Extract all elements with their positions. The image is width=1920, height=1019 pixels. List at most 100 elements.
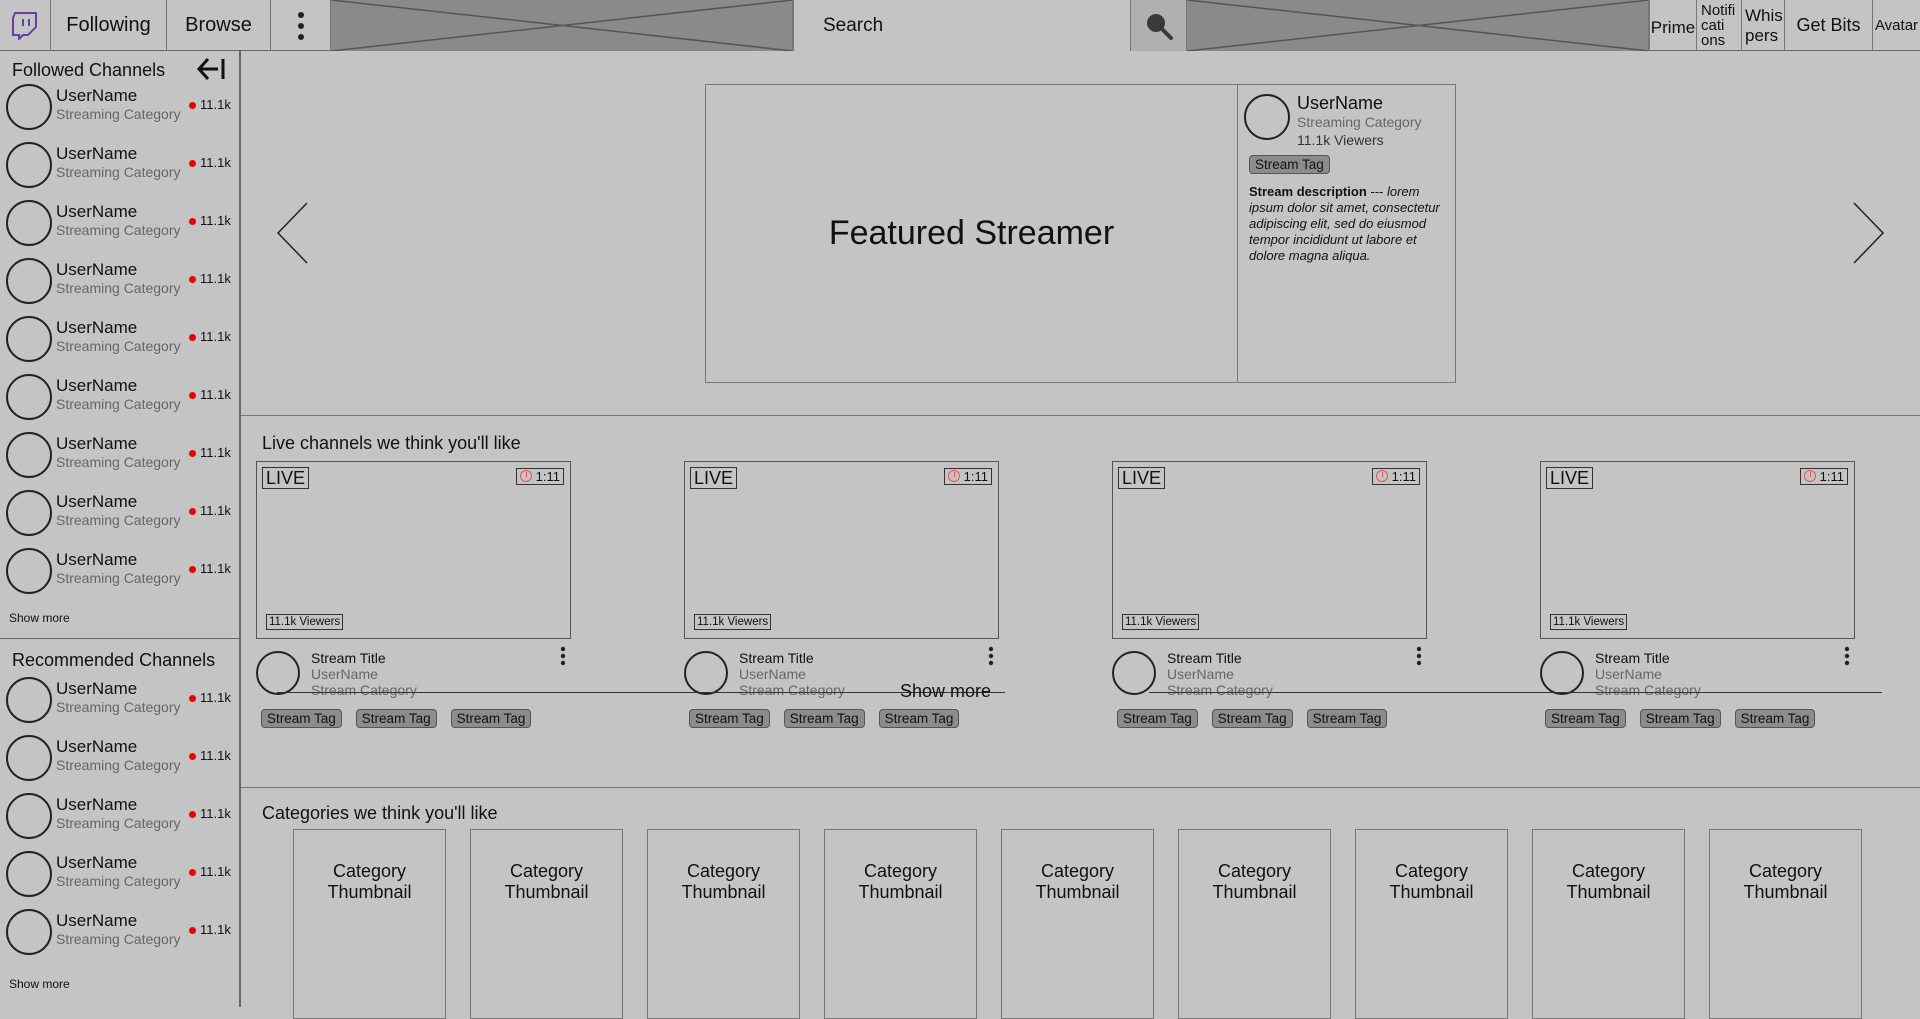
stream-tag[interactable]: Stream Tag xyxy=(878,709,960,728)
get-bits-button[interactable]: Get Bits xyxy=(1785,0,1873,51)
sidebar-channel-item[interactable]: UserName Streaming Category 11.1k xyxy=(0,370,239,428)
carousel-next-button[interactable] xyxy=(1851,201,1885,270)
placeholder-hatch-left xyxy=(331,0,793,51)
whispers-button[interactable]: Whis pers xyxy=(1742,0,1785,51)
card-options-button[interactable] xyxy=(559,645,567,669)
sidebar-channel-item[interactable]: UserName Streaming Category 11.1k xyxy=(0,196,239,254)
channel-category: Streaming Category xyxy=(56,815,181,831)
channel-username: UserName xyxy=(56,853,138,872)
sidebar-channel-item[interactable]: UserName Streaming Category 11.1k xyxy=(0,673,239,731)
sidebar-channel-item[interactable]: UserName Streaming Category 11.1k xyxy=(0,905,239,963)
collapse-sidebar-button[interactable] xyxy=(196,55,228,83)
category-label-line2: Thumbnail xyxy=(504,882,589,902)
stream-thumbnail[interactable]: LIVE 1:11 11.1k Viewers xyxy=(1112,461,1427,639)
stream-tag[interactable]: Stream Tag xyxy=(689,709,770,728)
categories-section: Categories we think you'll like Category… xyxy=(241,788,1920,1019)
stream-tags: Stream Tag Stream Tag Stream Tag xyxy=(1117,709,1388,728)
search-icon xyxy=(1146,13,1173,40)
browse-nav-button[interactable]: Browse xyxy=(167,0,271,51)
categories-heading: Categories we think you'll like xyxy=(262,803,498,823)
live-indicator-dot xyxy=(189,695,196,702)
following-nav-button[interactable]: Following xyxy=(51,0,167,51)
card-options-button[interactable] xyxy=(1843,645,1851,669)
category-thumbnail[interactable]: Category Thumbnail xyxy=(1178,829,1331,1019)
channel-category: Streaming Category xyxy=(56,106,181,122)
category-label-line1: Category xyxy=(1394,861,1469,881)
featured-stream-video[interactable]: Featured Streamer xyxy=(705,84,1238,383)
category-label-line2: Thumbnail xyxy=(1212,882,1297,902)
category-label-line1: Category xyxy=(332,861,407,881)
uptime-text: 1:11 xyxy=(535,469,560,484)
user-avatar-button[interactable]: Avatar xyxy=(1873,0,1920,51)
stream-title[interactable]: Stream Title xyxy=(1595,650,1670,666)
live-badge: LIVE xyxy=(262,467,310,489)
prime-label: Prime xyxy=(1650,17,1696,37)
sidebar-channel-item[interactable]: UserName Streaming Category 11.1k xyxy=(0,847,239,905)
search-button[interactable] xyxy=(1131,0,1187,51)
stream-tag[interactable]: Stream Tag xyxy=(355,709,437,728)
carousel-prev-button[interactable] xyxy=(276,201,310,270)
sidebar-channel-item[interactable]: UserName Streaming Category 11.1k xyxy=(0,138,239,196)
notifications-label: Notifi cati ons xyxy=(1701,2,1736,49)
channel-avatar xyxy=(6,548,52,594)
stream-title[interactable]: Stream Title xyxy=(311,650,386,666)
category-thumbnail[interactable]: Category Thumbnail xyxy=(293,829,446,1019)
category-thumbnail[interactable]: Category Thumbnail xyxy=(1709,829,1862,1019)
live-show-more-button[interactable]: Show more xyxy=(900,681,991,702)
channel-username: UserName xyxy=(56,434,138,453)
sidebar-channel-item[interactable]: UserName Streaming Category 11.1k xyxy=(0,544,239,602)
live-indicator-dot xyxy=(189,160,196,167)
top-navigation-bar: Following Browse Search Prime Notifi cat… xyxy=(0,0,1920,51)
stream-thumbnail[interactable]: LIVE 1:11 11.1k Viewers xyxy=(1540,461,1855,639)
search-input[interactable]: Search xyxy=(793,0,1131,51)
stream-tag[interactable]: Stream Tag xyxy=(1639,709,1721,728)
category-thumbnail[interactable]: Category Thumbnail xyxy=(647,829,800,1019)
stream-tag[interactable]: Stream Tag xyxy=(1545,709,1626,728)
sidebar-channel-item[interactable]: UserName Streaming Category 11.1k xyxy=(0,312,239,370)
stream-tag[interactable]: Stream Tag xyxy=(450,709,532,728)
collapse-arrow-icon xyxy=(196,57,225,81)
description-label: Stream description xyxy=(1249,184,1367,199)
featured-avatar[interactable] xyxy=(1244,94,1290,140)
stream-thumbnail[interactable]: LIVE 1:11 11.1k Viewers xyxy=(684,461,999,639)
category-thumbnail[interactable]: Category Thumbnail xyxy=(1355,829,1508,1019)
stream-tag[interactable]: Stream Tag xyxy=(1306,709,1388,728)
stream-title[interactable]: Stream Title xyxy=(739,650,814,666)
sidebar-channel-item[interactable]: UserName Streaming Category 11.1k xyxy=(0,486,239,544)
notifications-button[interactable]: Notifi cati ons xyxy=(1697,0,1742,51)
category-thumbnail[interactable]: Category Thumbnail xyxy=(824,829,977,1019)
card-options-button[interactable] xyxy=(1415,645,1423,669)
sidebar-channel-item[interactable]: UserName Streaming Category 11.1k xyxy=(0,789,239,847)
stream-thumbnail[interactable]: LIVE 1:11 11.1k Viewers xyxy=(256,461,571,639)
category-label-line1: Category xyxy=(1217,861,1292,881)
sidebar-channel-item[interactable]: UserName Streaming Category 11.1k xyxy=(0,80,239,138)
stream-tag[interactable]: Stream Tag xyxy=(1117,709,1198,728)
uptime-text: 1:11 xyxy=(1819,469,1844,484)
channel-avatar xyxy=(6,200,52,246)
stream-tag[interactable]: Stream Tag xyxy=(783,709,865,728)
recommended-show-more-link[interactable]: Show more xyxy=(9,977,70,991)
live-indicator-dot xyxy=(189,753,196,760)
stream-uptime: 1:11 xyxy=(1799,468,1848,485)
category-label-line2: Thumbnail xyxy=(858,882,943,902)
featured-username[interactable]: UserName xyxy=(1297,93,1383,114)
sidebar-channel-item[interactable]: UserName Streaming Category 11.1k xyxy=(0,428,239,486)
stream-tag[interactable]: Stream Tag xyxy=(261,709,342,728)
category-thumbnail[interactable]: Category Thumbnail xyxy=(470,829,623,1019)
sidebar-channel-item[interactable]: UserName Streaming Category 11.1k xyxy=(0,731,239,789)
twitch-logo-button[interactable] xyxy=(0,0,51,51)
category-thumbnail[interactable]: Category Thumbnail xyxy=(1001,829,1154,1019)
followed-channels-heading: Followed Channels xyxy=(12,60,166,80)
stream-title[interactable]: Stream Title xyxy=(1167,650,1242,666)
prime-button[interactable]: Prime xyxy=(1649,0,1697,51)
thumbnail-viewer-count: 11.1k Viewers xyxy=(1122,614,1200,630)
sidebar-channel-item[interactable]: UserName Streaming Category 11.1k xyxy=(0,254,239,312)
category-thumbnail[interactable]: Category Thumbnail xyxy=(1532,829,1685,1019)
more-menu-button[interactable] xyxy=(271,0,331,51)
card-options-button[interactable] xyxy=(987,645,995,669)
followed-show-more-link[interactable]: Show more xyxy=(9,611,70,625)
stream-tag[interactable]: Stream Tag xyxy=(1734,709,1816,728)
stream-tag[interactable]: Stream Tag xyxy=(1211,709,1293,728)
featured-category[interactable]: Streaming Category xyxy=(1297,114,1422,130)
featured-stream-tag[interactable]: Stream Tag xyxy=(1249,155,1330,174)
